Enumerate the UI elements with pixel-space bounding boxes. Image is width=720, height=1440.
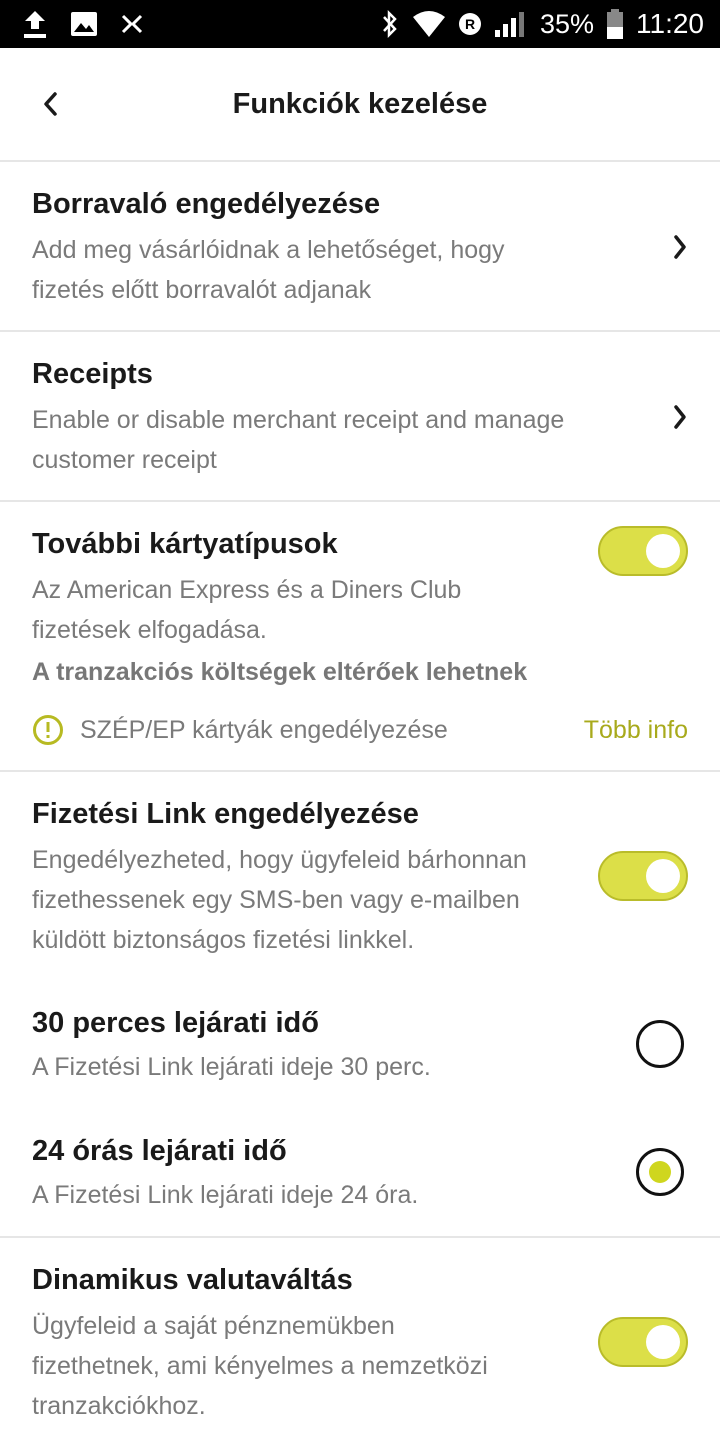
bluetooth-icon xyxy=(380,9,400,39)
card-types-toggle[interactable] xyxy=(598,526,688,576)
receipts-chevron[interactable] xyxy=(668,402,692,432)
tips-chevron[interactable] xyxy=(668,232,692,262)
card-types-note: A tranzakciós költségek eltérőek lehetne… xyxy=(32,658,528,686)
dcc-desc-line2: fizethetnek, ami kényelmes a nemzetközi xyxy=(32,1352,488,1380)
expiry-30-desc: A Fizetési Link lejárati ideje 30 perc. xyxy=(32,1053,431,1081)
page-title: Funkciók kezelése xyxy=(232,87,488,120)
upload-icon xyxy=(22,9,48,39)
app-icon xyxy=(120,12,144,36)
card-types-desc-line2: fizetések elfogadása. xyxy=(32,616,267,644)
expiry-24-option[interactable]: 24 órás lejárati idő A Fizetési Link lej… xyxy=(0,1123,720,1233)
chevron-right-icon xyxy=(674,405,686,429)
payment-link-desc-line3: küldött biztonságos fizetési linkkel. xyxy=(32,926,415,954)
payment-link-toggle[interactable] xyxy=(598,851,688,901)
status-bar: R 35% 11:20 xyxy=(0,0,720,48)
expiry-30-radio[interactable] xyxy=(636,1020,684,1068)
expiry-30-title: 30 perces lejárati idő xyxy=(32,1007,319,1039)
payment-link-desc-line2: fizethessenek egy SMS-ben vagy e-mailben xyxy=(32,886,520,914)
chevron-left-icon xyxy=(44,92,57,116)
szep-card-label: SZÉP/EP kártyák engedélyezése xyxy=(80,715,448,744)
toggle-knob xyxy=(646,1325,680,1359)
signal-icon xyxy=(494,10,528,38)
receipts-setting[interactable]: Receipts Enable or disable merchant rece… xyxy=(0,332,720,500)
wifi-icon xyxy=(412,10,446,38)
dcc-desc-line1: Ügyfeleid a saját pénznemükben xyxy=(32,1312,395,1340)
tips-desc-line1: Add meg vásárlóidnak a lehetőséget, hogy xyxy=(32,236,505,264)
card-types-desc-line1: Az American Express és a Diners Club xyxy=(32,576,462,604)
dcc-title: Dinamikus valutaváltás xyxy=(32,1264,353,1296)
dcc-setting: Dinamikus valutaváltás Ügyfeleid a saját… xyxy=(0,1238,720,1440)
card-types-title: További kártyatípusok xyxy=(32,528,338,560)
dcc-toggle[interactable] xyxy=(598,1317,688,1367)
radio-selected-dot xyxy=(649,1161,671,1183)
toggle-knob xyxy=(646,859,680,893)
warning-circle-icon xyxy=(33,715,63,745)
expiry-30-option[interactable]: 30 perces lejárati idő A Fizetési Link l… xyxy=(0,995,720,1105)
tips-title: Borravaló engedélyezése xyxy=(32,188,381,220)
expiry-24-desc: A Fizetési Link lejárati ideje 24 óra. xyxy=(32,1181,419,1209)
expiry-24-title: 24 órás lejárati idő xyxy=(32,1135,287,1167)
more-info-link[interactable]: Több info xyxy=(584,716,688,745)
battery-icon xyxy=(606,8,624,40)
receipts-desc-line2: customer receipt xyxy=(32,446,217,474)
back-button[interactable] xyxy=(28,82,72,126)
app-header: Funkciók kezelése xyxy=(0,48,720,160)
expiry-24-radio[interactable] xyxy=(636,1148,684,1196)
battery-percent: 35% xyxy=(539,8,594,39)
receipts-desc-line1: Enable or disable merchant receipt and m… xyxy=(32,406,565,434)
szep-card-row: SZÉP/EP kártyák engedélyezése Több info xyxy=(32,710,688,750)
payment-link-desc-line1: Engedélyezheted, hogy ügyfeleid bárhonna… xyxy=(32,846,527,874)
chevron-right-icon xyxy=(674,235,686,259)
toggle-knob xyxy=(646,534,680,568)
tips-desc-line2: fizetés előtt borravalót adjanak xyxy=(32,276,372,304)
roaming-icon: R xyxy=(458,12,482,36)
card-types-setting: További kártyatípusok Az American Expres… xyxy=(0,502,720,770)
svg-text:R: R xyxy=(465,16,475,32)
dcc-desc-line3: tranzakciókhoz. xyxy=(32,1392,206,1420)
clock: 11:20 xyxy=(636,8,704,39)
image-icon xyxy=(70,11,98,37)
payment-link-setting: Fizetési Link engedélyezése Engedélyezhe… xyxy=(0,772,720,972)
tips-setting[interactable]: Borravaló engedélyezése Add meg vásárlói… xyxy=(0,162,720,330)
receipts-title: Receipts xyxy=(32,358,153,390)
payment-link-title: Fizetési Link engedélyezése xyxy=(32,798,419,830)
